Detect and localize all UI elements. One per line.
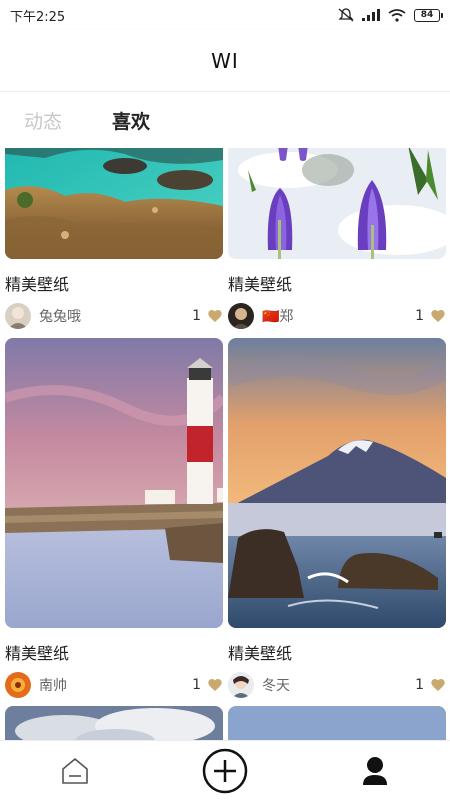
author-name[interactable]: 🇨🇳郑 bbox=[262, 306, 415, 326]
clouds-image bbox=[5, 706, 223, 740]
card-title: 精美壁纸 bbox=[228, 644, 293, 663]
author-name[interactable]: 冬天 bbox=[262, 675, 415, 695]
avatar[interactable] bbox=[5, 303, 31, 329]
nav-add[interactable] bbox=[195, 746, 255, 796]
wallpaper-feed[interactable]: 精美壁纸 兔兔哦 1 精美壁纸 🇨🇳郑 1 精美壁纸 南帅 1 精美壁纸 冬天 … bbox=[0, 148, 450, 740]
heart-icon[interactable] bbox=[430, 308, 446, 324]
heart-icon[interactable] bbox=[207, 677, 223, 693]
wallpaper-image[interactable] bbox=[5, 148, 223, 259]
tab-dynamic[interactable]: 动态 bbox=[24, 107, 62, 134]
crocus-image bbox=[228, 148, 446, 259]
blue-sky-image bbox=[228, 706, 446, 740]
like-count: 1 bbox=[192, 308, 201, 324]
avatar[interactable] bbox=[228, 303, 254, 329]
wallpaper-image[interactable] bbox=[5, 338, 223, 628]
profile-icon[interactable] bbox=[362, 756, 388, 786]
tab-likes[interactable]: 喜欢 bbox=[112, 107, 150, 134]
heart-icon[interactable] bbox=[430, 677, 446, 693]
card-meta: 🇨🇳郑 1 bbox=[228, 303, 446, 329]
card-meta: 兔兔哦 1 bbox=[5, 303, 223, 329]
wifi-icon bbox=[388, 8, 406, 22]
nav-profile[interactable] bbox=[345, 746, 405, 796]
card-meta: 南帅 1 bbox=[5, 672, 223, 698]
author-name[interactable]: 南帅 bbox=[39, 675, 192, 695]
status-time: 下午2:25 bbox=[10, 9, 66, 25]
battery-level: 84 bbox=[420, 10, 434, 20]
wallpaper-card[interactable]: 精美壁纸 🇨🇳郑 1 bbox=[228, 148, 446, 329]
coastal-rocks-image bbox=[5, 148, 223, 259]
heart-icon[interactable] bbox=[207, 308, 223, 324]
add-circle-icon[interactable] bbox=[201, 747, 249, 795]
page-title: WI bbox=[211, 48, 239, 73]
app-header: WI bbox=[0, 30, 450, 92]
mount-fuji-image bbox=[228, 338, 446, 628]
lighthouse-image bbox=[5, 338, 223, 628]
avatar[interactable] bbox=[5, 672, 31, 698]
battery-icon: 84 bbox=[414, 8, 443, 22]
card-meta: 冬天 1 bbox=[228, 672, 446, 698]
nav-home[interactable] bbox=[45, 746, 105, 796]
wallpaper-image[interactable] bbox=[228, 148, 446, 259]
like-count: 1 bbox=[415, 677, 424, 693]
author-name[interactable]: 兔兔哦 bbox=[39, 306, 192, 326]
home-icon[interactable] bbox=[60, 757, 90, 785]
like-count: 1 bbox=[192, 677, 201, 693]
mute-notification-icon bbox=[338, 8, 354, 22]
status-bar: 下午2:25 84 bbox=[0, 0, 450, 30]
wallpaper-image[interactable] bbox=[5, 706, 223, 740]
card-title: 精美壁纸 bbox=[5, 275, 70, 294]
card-title: 精美壁纸 bbox=[228, 275, 293, 294]
card-title: 精美壁纸 bbox=[5, 644, 70, 663]
bottom-navigation bbox=[0, 740, 450, 800]
wallpaper-card[interactable] bbox=[228, 706, 446, 740]
like-count: 1 bbox=[415, 308, 424, 324]
tab-bar: 动态 喜欢 bbox=[0, 92, 450, 148]
avatar[interactable] bbox=[228, 672, 254, 698]
wallpaper-image[interactable] bbox=[228, 338, 446, 628]
wallpaper-image[interactable] bbox=[228, 706, 446, 740]
wallpaper-card[interactable] bbox=[5, 706, 223, 740]
wallpaper-card[interactable]: 精美壁纸 兔兔哦 1 bbox=[5, 148, 223, 329]
status-icons: 84 bbox=[338, 8, 443, 22]
wallpaper-card[interactable]: 精美壁纸 南帅 1 bbox=[5, 338, 223, 698]
signal-icon bbox=[362, 9, 380, 21]
wallpaper-card[interactable]: 精美壁纸 冬天 1 bbox=[228, 338, 446, 698]
